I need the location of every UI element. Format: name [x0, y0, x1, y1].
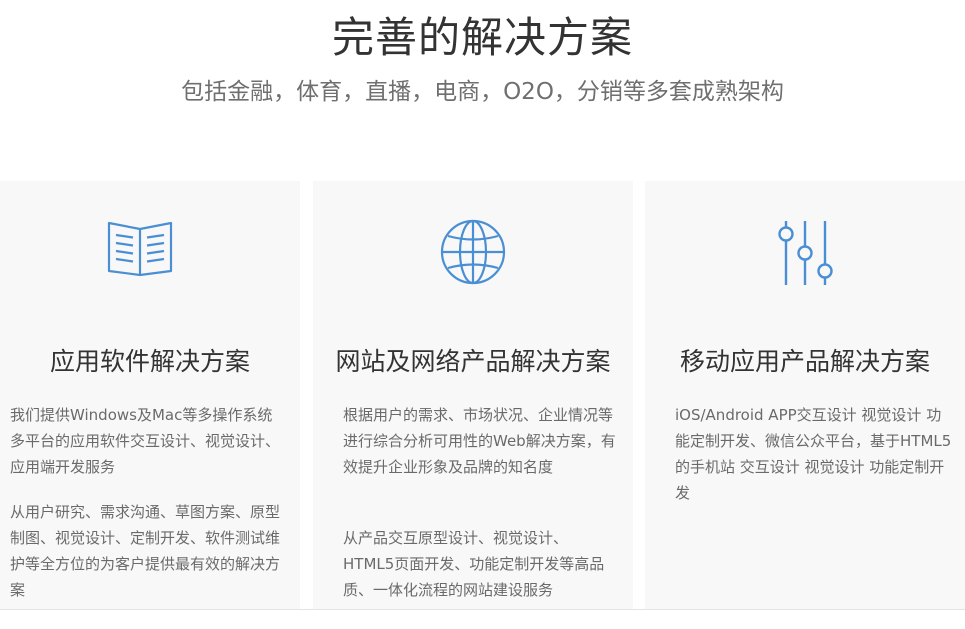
section-divider: [0, 609, 965, 610]
section-title: 完善的解决方案: [331, 13, 633, 62]
sliders-icon: [778, 221, 833, 285]
card-description: 从用户研究、需求沟通、草图方案、原型制图、视觉设计、定制开发、软件测试维护等全方…: [10, 503, 281, 599]
card-description: 根据用户的需求、市场状况、企业情况等进行综合分析可用性的Web解决方案，有效提升…: [343, 406, 616, 476]
card-title: 网站及网络产品解决方案: [335, 347, 611, 376]
card-description: iOS/Android APP交互设计 视觉设计 功能定制开发、微信公众平台，基…: [675, 406, 952, 502]
solution-card-software: 应用软件解决方案 我们提供Windows及Mac等多操作系统多平台的应用软件交互…: [0, 181, 300, 609]
card-title: 移动应用产品解决方案: [679, 347, 930, 376]
solution-card-mobile: 移动应用产品解决方案 iOS/Android APP交互设计 视觉设计 功能定制…: [645, 181, 965, 609]
card-description: 从产品交互原型设计、视觉设计、HTML5页面开发、功能定制开发等高品质、一体化流…: [343, 529, 605, 599]
card-title: 应用软件解决方案: [49, 347, 250, 376]
solution-card-web: 网站及网络产品解决方案 根据用户的需求、市场状况、企业情况等进行综合分析可用性的…: [313, 181, 633, 609]
card-description: 我们提供Windows及Mac等多操作系统多平台的应用软件交互设计、视觉设计、应…: [10, 406, 281, 476]
section-subtitle: 包括金融，体育，直播，电商，O2O，分销等多套成熟架构: [181, 79, 784, 105]
open-book-icon: [107, 221, 173, 277]
globe-icon: [440, 219, 506, 285]
